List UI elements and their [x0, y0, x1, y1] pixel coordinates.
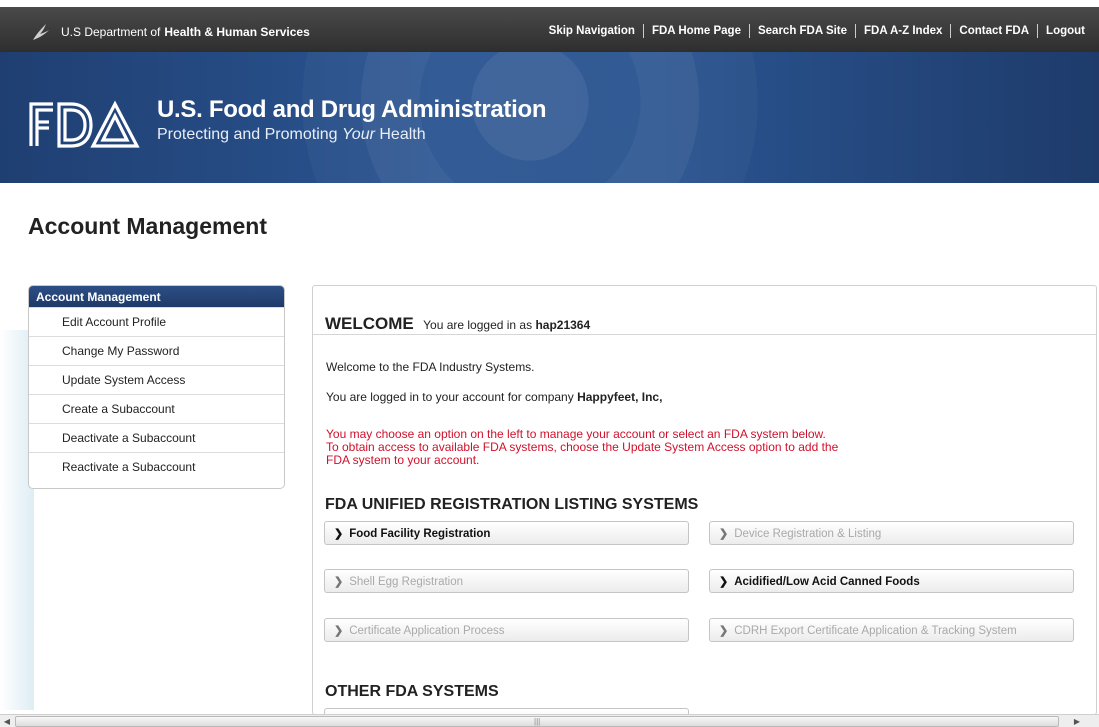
hhs-top-bar: U.S Department of Health & Human Service…	[0, 0, 1099, 52]
fda-home-page-link[interactable]: FDA Home Page	[642, 24, 749, 38]
tagline-pre: Protecting and Promoting	[157, 126, 342, 143]
sidebar-item-deactivate-subaccount[interactable]: Deactivate a Subaccount	[29, 423, 284, 452]
logged-in-prefix: You are logged in as	[423, 318, 533, 332]
notice-line: FDA system to your account.	[326, 453, 480, 467]
system-button-shell-egg-registration[interactable]: ❯ Shell Egg Registration	[324, 569, 689, 593]
system-label: Acidified/Low Acid Canned Foods	[734, 576, 920, 588]
hhs-name: Health & Human Services	[164, 25, 310, 39]
sidebar-item-reactivate-subaccount[interactable]: Reactivate a Subaccount	[29, 452, 284, 481]
sidebar-item-create-subaccount[interactable]: Create a Subaccount	[29, 394, 284, 423]
chevron-right-icon: ❯	[719, 528, 729, 540]
search-fda-site-link[interactable]: Search FDA Site	[748, 24, 855, 38]
fda-a-z-index-link[interactable]: FDA A-Z Index	[855, 24, 950, 38]
company-name: Happyfeet, Inc,	[577, 390, 663, 404]
welcome-heading: WELCOME You are logged in as hap21364	[325, 314, 590, 334]
access-notice: You may choose an option on the left to …	[326, 428, 926, 467]
agency-name: U.S. Food and Drug Administration	[157, 96, 547, 123]
welcome-panel: WELCOME You are logged in as hap21364 We…	[312, 285, 1097, 715]
logout-link[interactable]: Logout	[1037, 24, 1093, 38]
chevron-right-icon: ❯	[719, 625, 729, 637]
page-title: Account Management	[28, 213, 267, 239]
skip-navigation-link[interactable]: Skip Navigation	[541, 24, 643, 38]
chevron-right-icon: ❯	[334, 625, 344, 637]
system-button-cdrh-export-certificate[interactable]: ❯ CDRH Export Certificate Application & T…	[709, 618, 1074, 642]
hhs-prefix: U.S Department of	[61, 25, 161, 39]
system-label: Certificate Application Process	[349, 625, 505, 637]
eagle-icon	[30, 21, 52, 43]
chevron-right-icon: ❯	[334, 528, 344, 540]
chevron-right-icon: ❯	[334, 576, 344, 588]
system-label: Food Facility Registration	[349, 528, 491, 540]
scroll-left-arrow-icon[interactable]: ◀	[0, 716, 14, 727]
system-button-food-facility-registration[interactable]: ❯ Food Facility Registration	[324, 521, 689, 545]
sidebar-item-change-my-password[interactable]: Change My Password	[29, 336, 284, 365]
company-prefix: You are logged in to your account for co…	[326, 390, 574, 404]
grip-icon: |||	[534, 717, 541, 726]
account-management-sidebar: Account Management Edit Account Profile …	[28, 285, 285, 489]
company-text: You are logged in to your account for co…	[326, 390, 662, 404]
welcome-title: WELCOME	[325, 314, 414, 333]
horizontal-scrollbar[interactable]: ◀ ||| ▶	[0, 714, 1099, 727]
intro-text: Welcome to the FDA Industry Systems.	[326, 360, 535, 374]
sidebar-title: Account Management	[29, 286, 284, 307]
system-button-device-registration-listing[interactable]: ❯ Device Registration & Listing	[709, 521, 1074, 545]
system-button-acidified-low-acid-canned-foods[interactable]: ❯ Acidified/Low Acid Canned Foods	[709, 569, 1074, 593]
tagline-em: Your	[342, 126, 375, 143]
logged-in-as: You are logged in as hap21364	[423, 318, 590, 332]
system-label: Device Registration & Listing	[734, 528, 882, 540]
sidebar-item-edit-account-profile[interactable]: Edit Account Profile	[29, 307, 284, 336]
sidebar-item-update-system-access[interactable]: Update System Access	[29, 365, 284, 394]
agency-tagline: Protecting and Promoting Your Health	[157, 126, 546, 144]
system-label: Shell Egg Registration	[349, 576, 464, 588]
system-button-certificate-application-process[interactable]: ❯ Certificate Application Process	[324, 618, 689, 642]
welcome-divider	[313, 334, 1096, 335]
hhs-branding[interactable]: U.S Department of Health & Human Service…	[30, 21, 310, 43]
system-label: CDRH Export Certificate Application & Tr…	[734, 625, 1017, 637]
tagline-post: Health	[374, 126, 426, 143]
section-unified-registration: FDA UNIFIED REGISTRATION LISTING SYSTEMS	[325, 496, 699, 513]
scroll-right-arrow-icon[interactable]: ▶	[1070, 716, 1084, 727]
chevron-right-icon: ❯	[719, 576, 729, 588]
scrollbar-thumb[interactable]: |||	[15, 716, 1059, 727]
username: hap21364	[535, 318, 591, 332]
fda-banner: U.S. Food and Drug Administration Protec…	[0, 52, 1099, 183]
agency-title: U.S. Food and Drug Administration Protec…	[157, 96, 547, 144]
fda-logo-icon[interactable]	[27, 100, 145, 153]
section-other-fda-systems: OTHER FDA SYSTEMS	[325, 683, 499, 700]
utility-nav: Skip Navigation FDA Home Page Search FDA…	[541, 24, 1093, 38]
contact-fda-link[interactable]: Contact FDA	[950, 24, 1037, 38]
